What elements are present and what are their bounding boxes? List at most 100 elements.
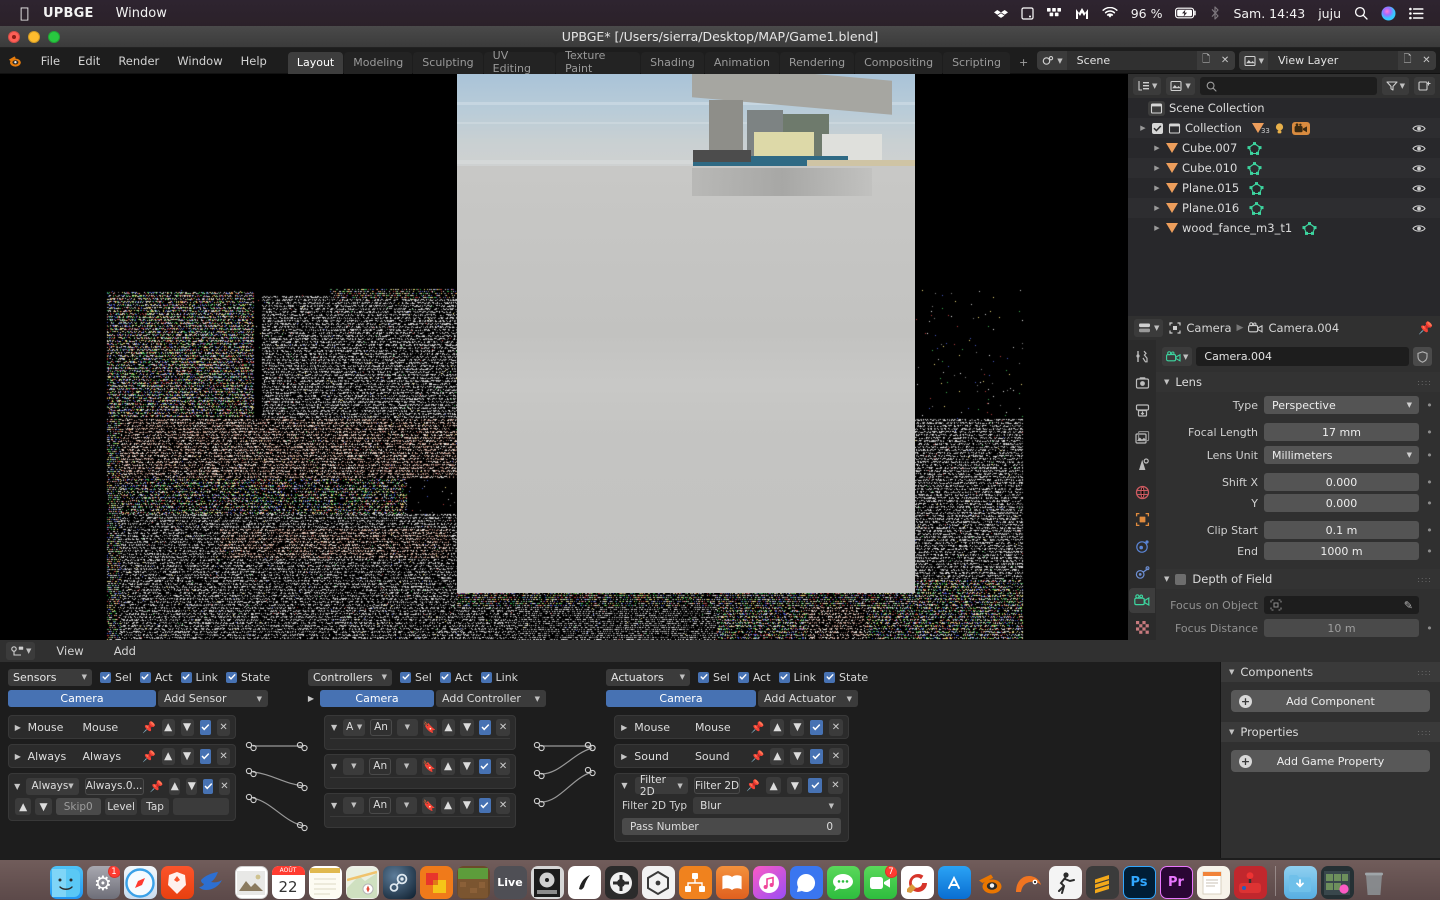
apple-icon[interactable]: 	[20, 6, 29, 21]
lens-type-dropdown[interactable]: Perspective ▼	[1264, 396, 1419, 414]
menu-edit[interactable]: Edit	[69, 51, 109, 71]
sensors-object-name[interactable]: Camera	[8, 690, 156, 707]
pin-icon[interactable]: 📌	[1418, 321, 1434, 335]
focus-distance-field[interactable]: 10 m	[1264, 619, 1419, 637]
lens-unit-dropdown[interactable]: Millimeters ▼	[1264, 446, 1419, 464]
sensor-type-dropdown[interactable]: Always ▼	[26, 778, 78, 795]
sensors-state-toggle[interactable]: State	[226, 671, 270, 684]
add-sensor-button[interactable]: Add Sensor ▼	[158, 690, 268, 707]
expand-triangle-icon[interactable]: ▶	[620, 723, 628, 732]
blender-logo-icon[interactable]	[6, 52, 24, 70]
screenshot-icon[interactable]	[1021, 7, 1034, 20]
sensor-brick-always-expanded[interactable]: ▼ Always ▼ Always.0... 📌 ▲ ▼ ✕ ▲ ▼ Skip …	[8, 773, 236, 821]
dock-item-notes[interactable]	[309, 866, 342, 899]
delete-controller-button[interactable]: ✕	[496, 719, 510, 736]
animate-dot-icon[interactable]: •	[1425, 497, 1434, 510]
view-layer-selector[interactable]: ▼ View Layer 🗋 ✕	[1239, 51, 1436, 70]
logic-menu-view[interactable]: View	[47, 641, 92, 661]
sensor-name-field[interactable]: Always.0...	[85, 778, 144, 795]
dock-item-steam[interactable]	[383, 866, 416, 899]
menu-help[interactable]: Help	[232, 51, 276, 71]
fake-user-shield-icon[interactable]	[1413, 347, 1432, 366]
actuator-brick-filter2d[interactable]: ▼ Filter 2D ▼ Filter 2D 📌 ▲ ▼ ✕ Filter 2D…	[614, 773, 849, 842]
dock-item-blender[interactable]	[975, 866, 1008, 899]
pin-icon[interactable]: 📌	[150, 780, 164, 793]
move-down-button[interactable]: ▼	[181, 748, 194, 765]
controllers-act-toggle[interactable]: Act	[440, 671, 473, 684]
move-up-button[interactable]: ▲	[162, 719, 175, 736]
delete-actuator-button[interactable]: ✕	[829, 719, 843, 736]
spotlight-search-icon[interactable]	[1354, 6, 1368, 20]
dock-item-messages[interactable]	[827, 866, 860, 899]
sensor-brick-always[interactable]: ▶ Always Always 📌 ▲ ▼ ✕	[8, 744, 236, 768]
delete-actuator-button[interactable]: ✕	[829, 748, 843, 765]
actuator-name[interactable]: Sound	[695, 750, 745, 763]
move-up-button[interactable]: ▲	[162, 748, 175, 765]
dock-item-affinity-designer[interactable]	[420, 866, 453, 899]
actuators-state-toggle[interactable]: State	[824, 671, 868, 684]
view-layer-name[interactable]: View Layer	[1268, 51, 1398, 70]
controller-brick-2[interactable]: ▼ ▼ An ▼ 🔖 ▲ ▼ ✕	[324, 754, 516, 789]
increment-button[interactable]: ▼	[35, 798, 51, 815]
viewport-3d[interactable]	[0, 74, 1128, 640]
collapse-triangle-icon[interactable]: ▼	[330, 762, 338, 771]
expand-triangle-icon[interactable]: ▶	[1150, 224, 1164, 232]
expand-triangle-icon[interactable]: ▶	[1150, 204, 1164, 212]
dock-item-upbge-joystick[interactable]	[1234, 866, 1267, 899]
camera-data-icon[interactable]: ▼	[1162, 347, 1192, 366]
minimize-window-button[interactable]	[28, 31, 40, 43]
animate-dot-icon[interactable]: •	[1425, 476, 1434, 489]
dock-item-sketchup[interactable]	[642, 866, 675, 899]
sensor-enabled-checkbox[interactable]	[203, 779, 213, 794]
controller-brick-1[interactable]: ▼ A ▼ An ▼ 🔖 ▲ ▼ ✕	[324, 715, 516, 750]
move-down-button[interactable]: ▼	[790, 719, 804, 736]
battery-charging-icon[interactable]	[1175, 7, 1197, 19]
new-scene-button[interactable]: 🗋	[1197, 51, 1216, 70]
outliner-filter-id-icon[interactable]: ▼	[1166, 77, 1194, 95]
controller-name-field[interactable]: An	[369, 797, 391, 814]
camera-datablock-name[interactable]: Camera.004	[1196, 347, 1409, 366]
eyedropper-icon[interactable]: ✎	[1404, 599, 1413, 612]
animate-dot-icon[interactable]: •	[1425, 399, 1434, 412]
move-up-button[interactable]: ▲	[770, 719, 784, 736]
logic-menu-add[interactable]: Add	[105, 641, 145, 661]
controller-bookmark-icon[interactable]: 🔖	[422, 758, 436, 775]
scene-selector[interactable]: ▼ Scene 🗋 ✕	[1037, 51, 1234, 70]
panel-header-depth-of-field[interactable]: ▼ Depth of Field ::::	[1156, 569, 1440, 589]
clip-start-field[interactable]: 0.1 m	[1264, 521, 1419, 539]
depth-of-field-checkbox[interactable]	[1175, 574, 1186, 585]
collapse-triangle-icon[interactable]: ▼	[330, 723, 338, 732]
workspace-tab-shading[interactable]: Shading	[641, 52, 704, 74]
sensor-name[interactable]: Always	[83, 750, 136, 763]
controller-name-field[interactable]: An	[369, 758, 391, 775]
sensors-act-toggle[interactable]: Act	[140, 671, 173, 684]
dock-item-minecraft[interactable]	[457, 866, 490, 899]
filter-icon[interactable]: ▼	[1382, 77, 1409, 95]
animate-dot-icon[interactable]: •	[1425, 449, 1434, 462]
dock-item-itunes[interactable]	[753, 866, 786, 899]
actuators-link-toggle[interactable]: Link	[779, 671, 817, 684]
actuators-filter-dropdown[interactable]: Actuators ▼	[606, 669, 690, 686]
outliner-row-scene-collection[interactable]: Scene Collection	[1128, 98, 1440, 118]
visibility-eye-icon[interactable]	[1412, 163, 1426, 174]
wifi-icon[interactable]	[1102, 7, 1118, 19]
object-tab[interactable]	[1129, 507, 1155, 532]
animate-dot-icon[interactable]: •	[1425, 524, 1434, 537]
sensors-sel-toggle[interactable]: Sel	[100, 671, 132, 684]
move-down-button[interactable]: ▼	[790, 748, 804, 765]
new-collection-icon[interactable]	[1414, 77, 1435, 95]
controller-bookmark-icon[interactable]: 🔖	[422, 797, 436, 814]
workspace-tab-rendering[interactable]: Rendering	[780, 52, 854, 74]
world-tab[interactable]	[1129, 479, 1155, 504]
dock-item-calendar[interactable]: AOÛT 22	[272, 866, 305, 899]
pin-icon[interactable]: 📌	[751, 721, 765, 734]
move-up-button[interactable]: ▲	[441, 758, 455, 775]
panel-header-lens[interactable]: ▼ Lens ::::	[1156, 372, 1440, 392]
menubar-clock[interactable]: Sam. 14:43	[1233, 6, 1305, 21]
breadcrumb-camera[interactable]: Camera	[1186, 321, 1231, 335]
shift-y-field[interactable]: 0.000	[1264, 494, 1419, 512]
sensor-name[interactable]: Mouse	[83, 721, 136, 734]
actuator-name[interactable]: Mouse	[695, 721, 745, 734]
move-up-button[interactable]: ▲	[169, 778, 180, 795]
move-down-button[interactable]: ▼	[787, 777, 802, 794]
